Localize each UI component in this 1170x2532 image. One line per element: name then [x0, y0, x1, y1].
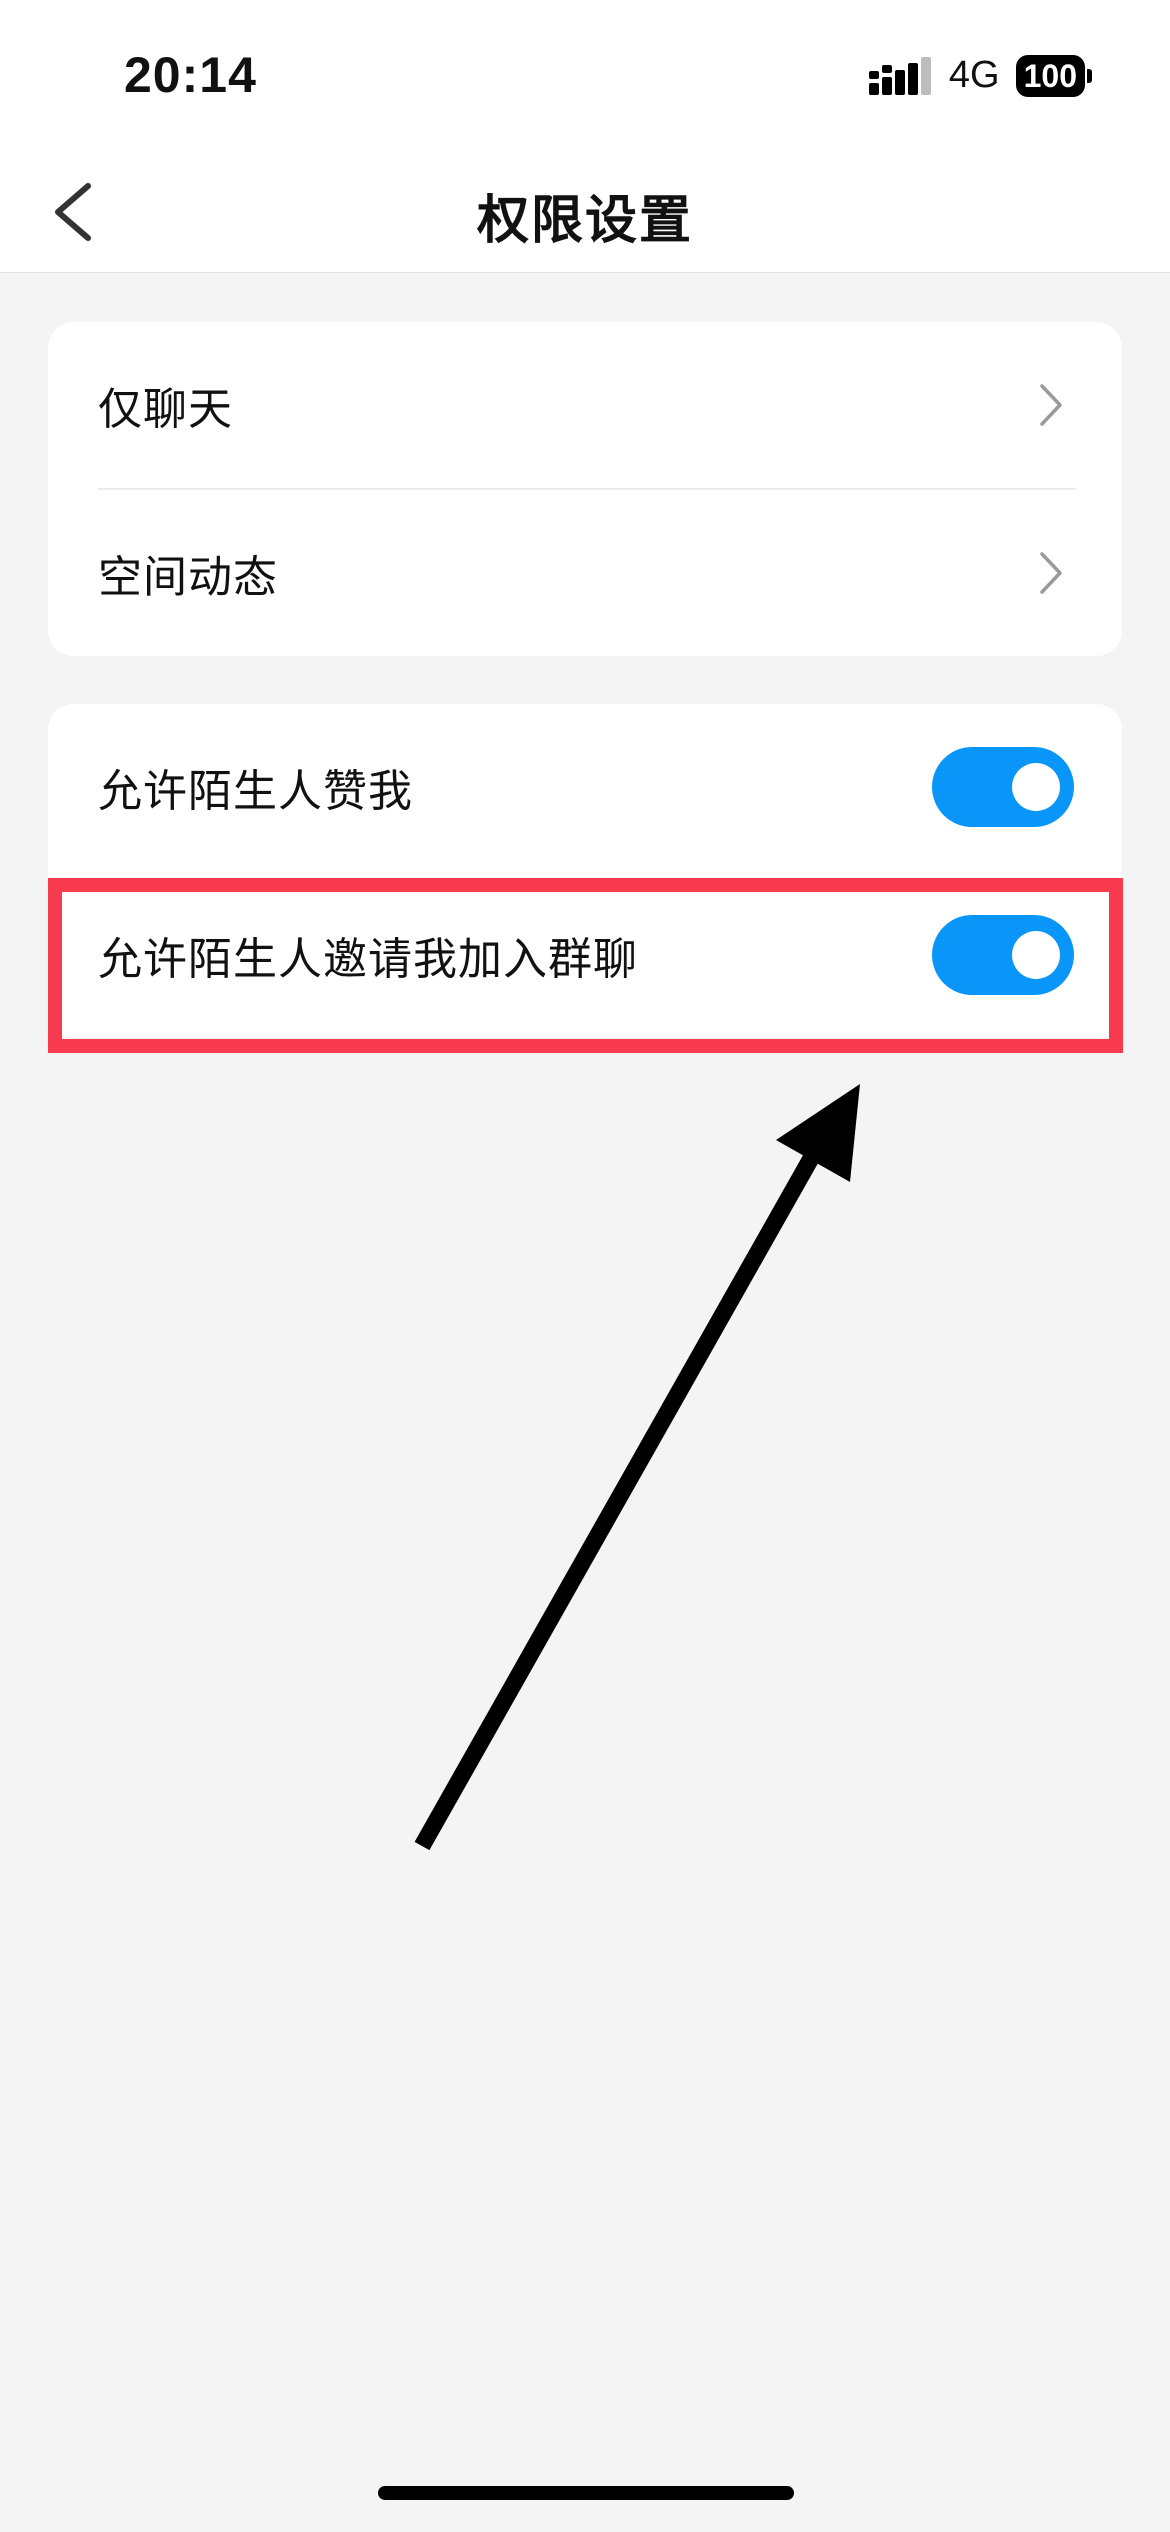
- row-chat-only[interactable]: 仅聊天: [48, 322, 1122, 488]
- status-time: 20:14: [124, 47, 257, 103]
- settings-group-privacy: 仅聊天 空间动态: [48, 322, 1122, 656]
- row-label: 空间动态: [98, 552, 278, 603]
- row-label: 仅聊天: [98, 384, 233, 435]
- battery-tip: [1087, 68, 1092, 83]
- toggle-knob: [1012, 763, 1060, 811]
- row-allow-stranger-likes: 允许陌生人赞我: [48, 704, 1122, 870]
- battery-level: 100: [1015, 54, 1085, 97]
- row-label: 允许陌生人赞我: [98, 766, 413, 817]
- row-space-updates[interactable]: 空间动态: [48, 490, 1122, 656]
- battery-icon: 100: [1015, 54, 1092, 97]
- page-title: 权限设置: [476, 191, 693, 251]
- status-indicators: 4G 100: [868, 54, 1092, 97]
- highlight-box: [48, 878, 1123, 1053]
- network-type: 4G: [948, 54, 1000, 96]
- home-indicator: [378, 2486, 794, 2500]
- allow-stranger-likes-toggle[interactable]: [932, 747, 1074, 827]
- signal-strength-icon: [868, 56, 931, 95]
- chevron-right-icon: [1040, 552, 1062, 594]
- status-bar: 20:14 4G 100: [0, 0, 1170, 150]
- chevron-right-icon: [1040, 384, 1062, 426]
- nav-bar: 权限设置: [0, 150, 1170, 273]
